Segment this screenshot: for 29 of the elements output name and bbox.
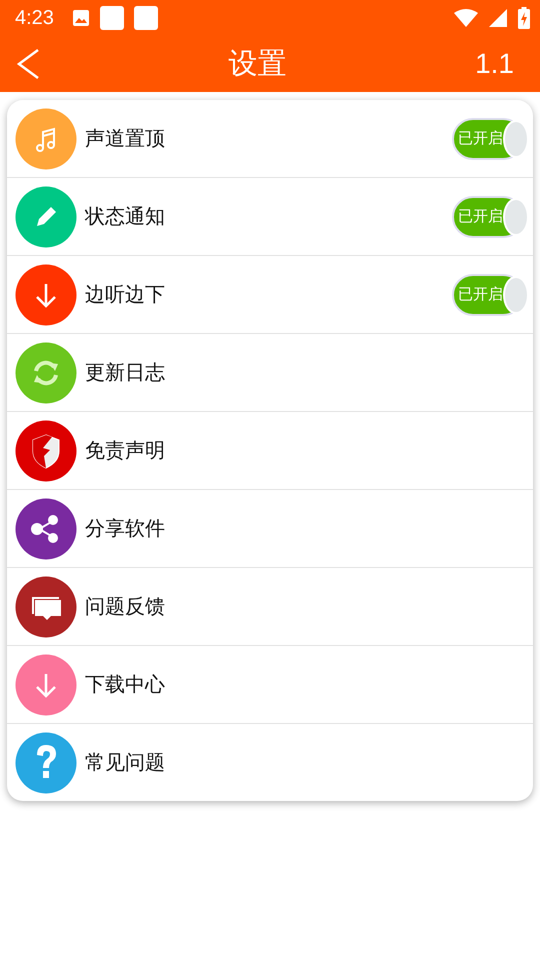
setting-label: 分享软件 [85,515,166,542]
wifi-icon [454,8,478,28]
settings-row[interactable]: 状态通知 已开启 [7,178,533,256]
setting-label: 声道置顶 [85,125,166,152]
notification-icon [100,6,124,30]
settings-row[interactable]: 更新日志 [7,334,533,412]
setting-label: 常见问题 [85,749,166,776]
setting-label: 状态通知 [85,203,166,230]
version-label: 1.1 [475,48,514,80]
image-icon [72,9,90,27]
settings-row[interactable]: 常见问题 [7,724,533,801]
signal-icon [488,8,508,28]
screen-title: 设置 [228,45,288,82]
setting-label: 边听边下 [85,281,166,308]
back-button[interactable] [16,48,40,80]
notification-icon [134,6,158,30]
back-icon [16,48,40,80]
status-time: 4:23 [15,6,54,30]
battery-icon [518,7,530,29]
setting-label: 免责声明 [85,437,166,464]
settings-row[interactable]: 声道置顶 已开启 [7,100,533,178]
settings-row[interactable]: 问题反馈 [7,568,533,646]
settings-row[interactable]: 免责声明 [7,412,533,490]
settings-row[interactable]: 分享软件 [7,490,533,568]
setting-label: 下载中心 [85,671,166,698]
setting-label: 问题反馈 [85,593,166,620]
settings-row[interactable]: 下载中心 [7,646,533,724]
setting-label: 更新日志 [85,359,166,386]
settings-row[interactable]: 边听边下 已开启 [7,256,533,334]
